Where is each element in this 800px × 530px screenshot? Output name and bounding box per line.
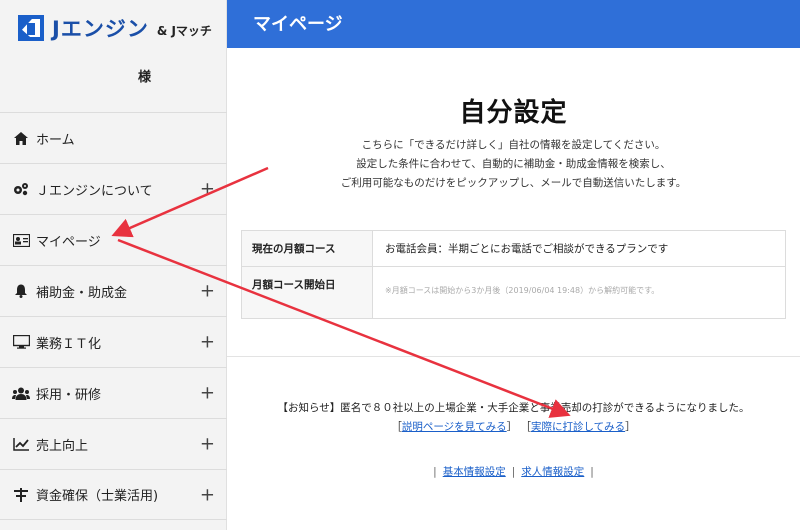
description-line: 設定した条件に合わせて、自動的に補助金・助成金情報を検索し、 [356,158,671,170]
bracket: ］ [625,421,636,433]
separator: | [590,466,594,478]
separator: | [433,466,437,478]
logo-mark-icon [18,15,44,41]
description-line: ご利用可能なものだけをピックアップし、メールで自動送信いたします。 [340,177,687,189]
sidebar-item-sales[interactable]: 売上向上 + [0,418,227,469]
sidebar-item-funding[interactable]: 資金確保（士業活用) + [0,469,227,520]
expand-plus-icon[interactable]: + [200,281,215,302]
sidebar-item-home[interactable]: ホーム [0,112,227,163]
sidebar-item-label: マイページ [36,234,101,250]
notice-text: 【お知らせ】匿名で８０社以上の上場企業・大手企業と事業売却の打診ができるようにな… [277,402,750,414]
expand-plus-icon[interactable]: + [200,332,215,353]
sidebar-item-subsidy[interactable]: 補助金・助成金 + [0,265,227,316]
bracket: ［ [520,421,531,433]
table-header-cell: 月額コース開始日 [241,266,373,319]
try-offer-link[interactable]: 実際に打診してみる [531,421,625,433]
chart-line-icon [12,436,30,452]
home-icon [12,130,30,146]
logo[interactable]: Jエンジン & Jマッチ [18,14,212,42]
sidebar-item-label: 売上向上 [36,438,89,454]
expand-plus-icon[interactable]: + [200,484,215,505]
header-title: マイページ [253,14,343,35]
logo-main-text: Jエンジン [52,17,149,41]
expand-plus-icon[interactable]: + [200,179,215,200]
page-title: 自分設定 [459,98,568,128]
id-card-icon [12,232,30,248]
sidebar-nav: ホーム Ｊエンジンについて + マイページ 補助金・助成金 + 業務ＩＴ化 + … [0,112,227,520]
sidebar-item-mypage[interactable]: マイページ [0,214,227,265]
notice-links: ［説明ページを見てみる］ ［実際に打診してみる］ [227,419,800,434]
description: こちらに「できるだけ詳しく」自社の情報を設定してください。 設定した条件に合わせ… [227,136,800,193]
job-info-settings-link[interactable]: 求人情報設定 [521,466,584,478]
sidebar: Jエンジン & Jマッチ 様 ホーム Ｊエンジンについて + マイページ 補助金… [0,0,227,530]
sidebar-item-recruit[interactable]: 採用・研修 + [0,367,227,418]
sidebar-item-it[interactable]: 業務ＩＴ化 + [0,316,227,367]
separator: | [511,466,516,478]
sidebar-item-label: 採用・研修 [36,387,102,403]
description-line: こちらに「できるだけ詳しく」自社の情報を設定してください。 [361,139,666,151]
monitor-icon [12,334,30,350]
basic-info-settings-link[interactable]: 基本情報設定 [443,466,506,478]
sidebar-item-label: ホーム [36,132,75,148]
expand-plus-icon[interactable]: + [200,434,215,455]
bell-icon [12,283,30,299]
sidebar-item-label: 補助金・助成金 [36,285,128,301]
main-content: 自分設定 こちらに「できるだけ詳しく」自社の情報を設定してください。 設定した条… [227,48,800,530]
users-icon [12,385,30,401]
gears-icon [12,181,30,197]
sidebar-item-label: Ｊエンジンについて [36,183,153,199]
table-row: 月額コース開始日 ※月額コースは開始から3か月後（2019/06/04 19:4… [241,266,786,319]
sidebar-item-label: 業務ＩＴ化 [36,336,102,352]
logo-sub-text: & Jマッチ [156,23,212,38]
user-name-suffix: 様 [138,70,152,85]
course-table: 現在の月額コース お電話会員：半期ごとにお電話でご相談ができるプランです 月額コ… [241,230,786,319]
page-header: マイページ [227,0,800,48]
sidebar-item-about[interactable]: Ｊエンジンについて + [0,163,227,214]
expand-plus-icon[interactable]: + [200,383,215,404]
bracket: ［ [391,421,402,433]
bottom-links: | 基本情報設定 | 求人情報設定 | [227,464,800,479]
cancel-note: ※月額コースは開始から3か月後（2019/06/04 19:48）から解約可能で… [385,286,660,295]
explanation-page-link[interactable]: 説明ページを見てみる [402,421,507,433]
bracket: ］ [506,421,518,433]
table-header-cell: 現在の月額コース [241,230,373,267]
divider [227,356,800,357]
money-icon [12,487,30,503]
table-value-cell: お電話会員：半期ごとにお電話でご相談ができるプランです [372,230,786,267]
sidebar-item-label: 資金確保（士業活用) [36,489,159,504]
table-value-cell: ※月額コースは開始から3か月後（2019/06/04 19:48）から解約可能で… [373,267,786,319]
table-row: 現在の月額コース お電話会員：半期ごとにお電話でご相談ができるプランです [241,230,786,267]
